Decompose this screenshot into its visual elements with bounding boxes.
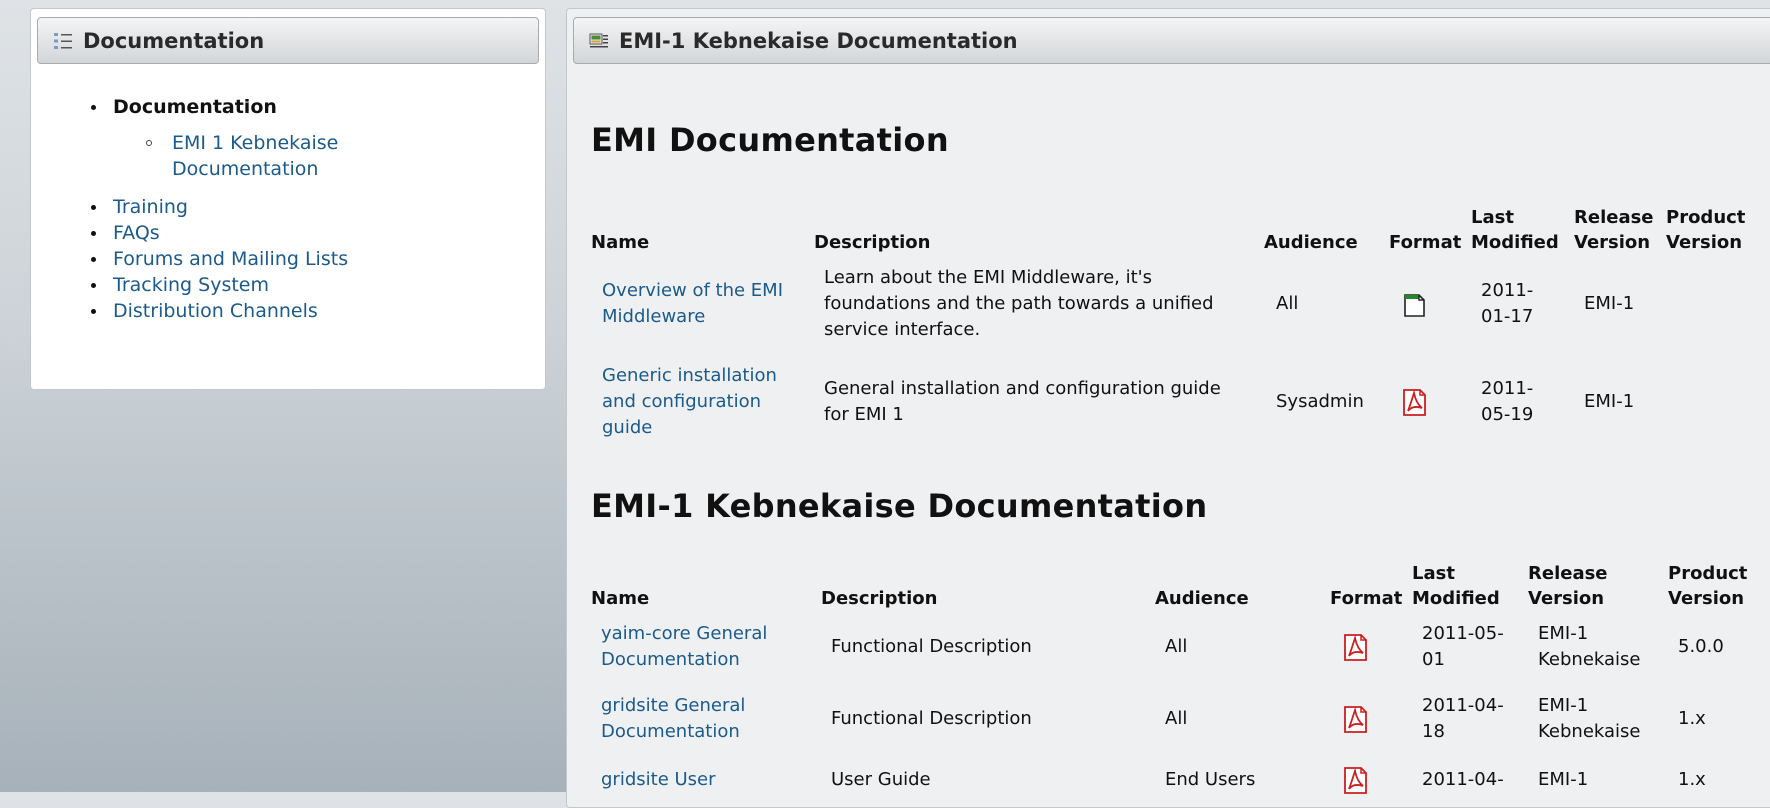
- column-header-audience: Audience: [1264, 232, 1358, 253]
- column-header-description: Description: [814, 232, 931, 253]
- doc-link[interactable]: yaim-core General Documentation: [601, 621, 801, 673]
- doc-link[interactable]: gridsite User: [601, 767, 801, 793]
- column-header-name: Name: [591, 232, 650, 253]
- navigation-panel: Documentation Documentation EMI 1 Kebnek…: [30, 8, 546, 390]
- doc-product-version: 1.x: [1678, 708, 1706, 729]
- main-panel: EMI-1 Kebnekaise Documentation EMI Docum…: [566, 8, 1770, 808]
- nav-link-emi1-kebnekaise-documentation[interactable]: EMI 1 Kebnekaise Documentation: [172, 130, 362, 182]
- pdf-icon[interactable]: [1399, 387, 1429, 417]
- doc-release-version: EMI-1: [1584, 391, 1635, 412]
- section-heading-emi1-kebnekaise-documentation: EMI-1 Kebnekaise Documentation: [591, 487, 1208, 525]
- document-icon[interactable]: [1399, 289, 1429, 319]
- table-row: Overview of the EMI Middleware Learn abo…: [591, 255, 1756, 353]
- nav-item-emi1-kebnekaise: EMI 1 Kebnekaise Documentation: [113, 130, 545, 182]
- doc-audience: All: [1276, 293, 1299, 314]
- column-header-name: Name: [591, 588, 650, 609]
- doc-last-modified: 2011-04-: [1422, 769, 1504, 790]
- main-content: EMI Documentation Name Description Audie…: [591, 121, 1770, 805]
- doc-last-modified: 2011-01-17: [1481, 280, 1534, 327]
- list-icon: [54, 32, 72, 49]
- table-row: yaim-core General Documentation Function…: [591, 611, 1758, 683]
- nav-link-distribution-channels[interactable]: Distribution Channels: [113, 300, 318, 322]
- table-row: gridsite User User Guide End Users 2011-…: [591, 755, 1758, 805]
- table-header-row: Name Description Audience Format Last Mo…: [591, 205, 1756, 255]
- nav-link-tracking-system[interactable]: Tracking System: [113, 274, 269, 296]
- column-header-format: Format: [1389, 232, 1462, 253]
- doc-audience: All: [1165, 636, 1188, 657]
- doc-link[interactable]: Overview of the EMI Middleware: [602, 278, 792, 330]
- doc-link[interactable]: gridsite General Documentation: [601, 693, 801, 745]
- table-row: gridsite General Documentation Functiona…: [591, 683, 1758, 755]
- doc-last-modified: 2011-05-01: [1422, 623, 1504, 670]
- pdf-icon[interactable]: [1340, 765, 1370, 795]
- nav-item-faqs: FAQs: [31, 220, 545, 246]
- emi-documentation-table: Name Description Audience Format Last Mo…: [591, 205, 1756, 451]
- document-portlet-icon: [589, 33, 608, 47]
- doc-audience: All: [1165, 708, 1188, 729]
- column-header-product-version: Product Version: [1668, 563, 1748, 609]
- doc-product-version: 1.x: [1678, 769, 1706, 790]
- doc-last-modified: 2011-04-18: [1422, 695, 1504, 742]
- column-header-release-version: Release Version: [1528, 563, 1608, 609]
- column-header-product-version: Product Version: [1666, 207, 1746, 253]
- doc-product-version: 5.0.0: [1678, 636, 1724, 657]
- doc-link[interactable]: Generic installation and configuration g…: [602, 363, 802, 441]
- nav-item-label: Documentation: [113, 96, 277, 118]
- column-header-audience: Audience: [1155, 588, 1249, 609]
- column-header-description: Description: [821, 588, 938, 609]
- doc-description: General installation and configuration g…: [824, 378, 1221, 425]
- column-header-format: Format: [1330, 588, 1403, 609]
- doc-description: Learn about the EMI Middleware, it's fou…: [824, 267, 1214, 340]
- table-row: Generic installation and configuration g…: [591, 353, 1756, 451]
- nav-item-documentation: Documentation EMI 1 Kebnekaise Documenta…: [31, 94, 545, 182]
- pdf-icon[interactable]: [1340, 704, 1370, 734]
- column-header-last-modified: Last Modified: [1471, 207, 1559, 253]
- sub-navigation-list: EMI 1 Kebnekaise Documentation: [113, 130, 545, 182]
- main-panel-header: EMI-1 Kebnekaise Documentation: [573, 17, 1770, 64]
- nav-link-training[interactable]: Training: [113, 196, 188, 218]
- column-header-release-version: Release Version: [1574, 207, 1654, 253]
- doc-description: Functional Description: [831, 636, 1032, 657]
- nav-item-training: Training: [31, 194, 545, 220]
- doc-audience: Sysadmin: [1276, 391, 1364, 412]
- doc-description: User Guide: [831, 769, 931, 790]
- navigation-list: Documentation EMI 1 Kebnekaise Documenta…: [31, 94, 545, 324]
- doc-release-version: EMI-1: [1584, 293, 1635, 314]
- doc-release-version: EMI-1: [1538, 769, 1589, 790]
- doc-release-version: EMI-1 Kebnekaise: [1538, 623, 1641, 670]
- main-panel-title: EMI-1 Kebnekaise Documentation: [619, 28, 1018, 53]
- column-header-last-modified: Last Modified: [1412, 563, 1500, 609]
- doc-last-modified: 2011-05-19: [1481, 378, 1534, 425]
- doc-release-version: EMI-1 Kebnekaise: [1538, 695, 1641, 742]
- section-heading-emi-documentation: EMI Documentation: [591, 121, 949, 159]
- navigation-panel-title: Documentation: [83, 28, 265, 53]
- pdf-icon[interactable]: [1340, 632, 1370, 662]
- nav-link-faqs[interactable]: FAQs: [113, 222, 160, 244]
- navigation-panel-header: Documentation: [37, 17, 539, 64]
- doc-description: Functional Description: [831, 708, 1032, 729]
- table-header-row: Name Description Audience Format Last Mo…: [591, 561, 1758, 611]
- doc-audience: End Users: [1165, 769, 1256, 790]
- nav-link-forums-and-mailing-lists[interactable]: Forums and Mailing Lists: [113, 248, 348, 270]
- nav-item-distribution: Distribution Channels: [31, 298, 545, 324]
- emi1-kebnekaise-documentation-table: Name Description Audience Format Last Mo…: [591, 561, 1758, 805]
- nav-item-tracking: Tracking System: [31, 272, 545, 298]
- nav-item-forums: Forums and Mailing Lists: [31, 246, 545, 272]
